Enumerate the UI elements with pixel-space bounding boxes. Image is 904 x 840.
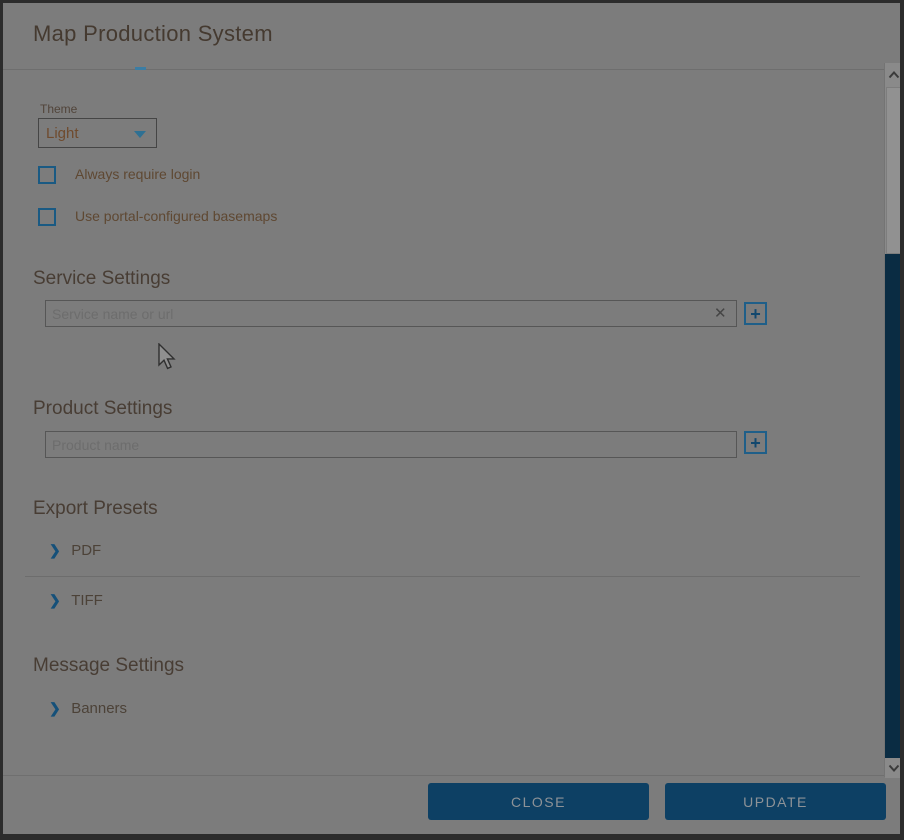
chevron-right-icon: ❯ bbox=[49, 592, 61, 608]
pdf-expander-label: PDF bbox=[71, 542, 101, 559]
close-button[interactable]: CLOSE bbox=[428, 783, 649, 820]
vertical-scrollbar[interactable] bbox=[884, 63, 901, 777]
clear-icon[interactable]: ✕ bbox=[714, 306, 727, 321]
window-edge-top bbox=[0, 0, 904, 3]
theme-selected-value: Light bbox=[46, 125, 79, 142]
page-title: Map Production System bbox=[33, 21, 273, 47]
window-edge-bottom bbox=[0, 834, 904, 840]
update-button[interactable]: UPDATE bbox=[665, 783, 886, 820]
theme-select[interactable]: Light bbox=[38, 118, 157, 148]
footer-divider bbox=[0, 775, 904, 776]
tiff-expander-row[interactable]: ❯ TIFF bbox=[49, 592, 103, 610]
banners-expander-label: Banners bbox=[71, 700, 127, 717]
pdf-expander-row[interactable]: ❯ PDF bbox=[49, 542, 101, 560]
chevron-right-icon: ❯ bbox=[49, 700, 61, 716]
scrollbar-thumb[interactable] bbox=[886, 87, 901, 254]
add-product-button[interactable]: + bbox=[744, 431, 767, 454]
window-edge-left bbox=[0, 0, 3, 840]
export-presets-heading: Export Presets bbox=[33, 498, 158, 520]
plus-icon: + bbox=[750, 434, 761, 452]
plus-icon: + bbox=[750, 305, 761, 323]
service-settings-heading: Service Settings bbox=[33, 268, 170, 290]
theme-label: Theme bbox=[40, 102, 77, 116]
chevron-right-icon: ❯ bbox=[49, 542, 61, 558]
always-require-login-label: Always require login bbox=[75, 166, 200, 182]
product-name-input[interactable] bbox=[45, 431, 737, 458]
mouse-cursor-icon bbox=[157, 343, 177, 373]
scroll-clipped-element-edge bbox=[135, 67, 146, 70]
add-service-button[interactable]: + bbox=[744, 302, 767, 325]
tiff-expander-label: TIFF bbox=[71, 592, 103, 609]
portal-basemaps-label: Use portal-configured basemaps bbox=[75, 208, 277, 224]
product-settings-heading: Product Settings bbox=[33, 398, 172, 420]
service-name-input[interactable] bbox=[45, 300, 737, 327]
window-edge-right bbox=[900, 0, 904, 840]
chevron-down-icon bbox=[134, 131, 146, 138]
banners-expander-row[interactable]: ❯ Banners bbox=[49, 700, 127, 718]
portal-basemaps-checkbox[interactable] bbox=[38, 208, 56, 226]
export-items-divider bbox=[25, 576, 860, 577]
message-settings-heading: Message Settings bbox=[33, 655, 184, 677]
map-production-system-dialog: Map Production System Theme Light Always… bbox=[0, 0, 904, 840]
always-require-login-checkbox[interactable] bbox=[38, 166, 56, 184]
